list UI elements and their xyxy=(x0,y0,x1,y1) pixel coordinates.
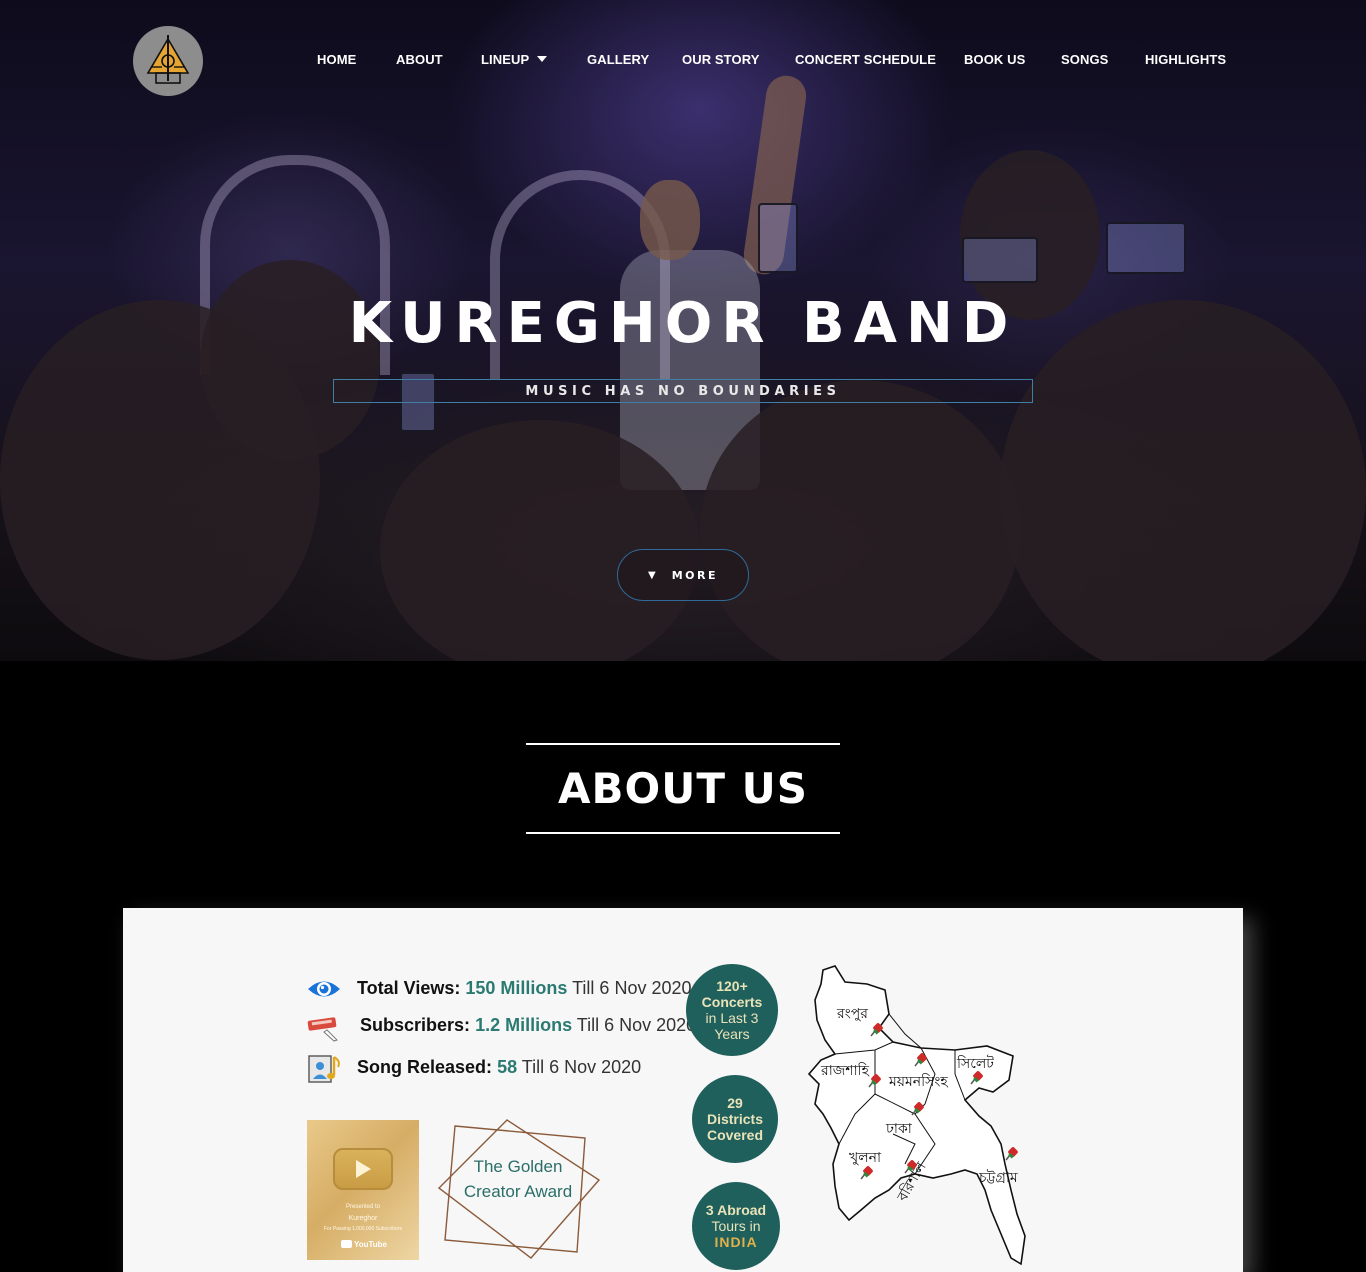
phone-shape xyxy=(758,203,798,273)
about-bottom-rule xyxy=(526,832,840,834)
more-button[interactable]: ▼ MORE xyxy=(617,549,749,601)
map-pin-icon xyxy=(914,1053,927,1067)
stat-total-views: Total Views: 150 Millions Till 6 Nov 202… xyxy=(357,978,692,999)
chevron-down-icon: ▼ xyxy=(648,569,656,581)
stat-song-released: Song Released: 58 Till 6 Nov 2020 xyxy=(357,1057,641,1078)
stat-label: Subscribers: xyxy=(360,1015,471,1035)
map-pin-icon xyxy=(970,1071,983,1085)
phone-shape xyxy=(962,237,1038,283)
concerts-label: Concerts xyxy=(701,994,763,1010)
abroad-count: 3 Abroad xyxy=(705,1202,767,1218)
abroad-country: INDIA xyxy=(714,1234,758,1250)
hero-subtitle-box: MUSIC HAS NO BOUNDARIES xyxy=(333,379,1033,403)
nav-lineup-label: LINEUP xyxy=(481,52,530,67)
phone-shape xyxy=(1106,222,1186,274)
map-pin-icon xyxy=(868,1074,881,1088)
plaque-brand: YouTube xyxy=(353,1239,387,1249)
nav-lineup[interactable]: LINEUP xyxy=(481,52,548,67)
youtube-icon xyxy=(341,1240,352,1248)
districts-label-2: Covered xyxy=(706,1127,764,1143)
map-label-chattogram: চট্টগ্রাম xyxy=(979,1170,1018,1186)
stat-note: Till 6 Nov 2020 xyxy=(572,978,692,998)
plaque-line: For Passing 1,000,000 Subscribers xyxy=(323,1226,403,1232)
stat-label: Song Released: xyxy=(357,1057,493,1077)
golden-play-button-plaque: Presented to Kureghor For Passing 1,000,… xyxy=(307,1120,419,1260)
music-file-icon xyxy=(308,1055,340,1083)
about-title-bold: US xyxy=(741,764,808,813)
districts-badge: 29 Districts Covered xyxy=(692,1075,778,1163)
stat-value: 58 xyxy=(497,1057,518,1077)
map-pin-icon xyxy=(870,1023,883,1037)
plaque-line: Presented to xyxy=(345,1204,381,1210)
districts-count: 29 xyxy=(727,1095,743,1111)
nav-songs[interactable]: SONGS xyxy=(1061,52,1108,67)
subscribe-icon xyxy=(307,1017,338,1042)
nav-book-us[interactable]: BOOK US xyxy=(964,52,1025,67)
about-title: ABOUT US xyxy=(0,764,1366,813)
stat-value: 1.2 Millions xyxy=(475,1015,573,1035)
stat-value: 150 Millions xyxy=(465,978,568,998)
plaque-line: Kureghor xyxy=(348,1215,378,1222)
main-nav: HOME ABOUT LINEUP GALLERY OUR STORY CONC… xyxy=(0,52,1366,72)
map-pin-icon xyxy=(1005,1147,1018,1161)
map-label-rajshahi: রাজশাহি xyxy=(821,1063,869,1079)
concerts-badge: 120+ Concerts in Last 3 Years xyxy=(686,964,778,1056)
chevron-down-icon xyxy=(537,56,548,62)
crowd-shape xyxy=(700,380,1020,661)
nav-highlights[interactable]: HIGHLIGHTS xyxy=(1145,52,1226,67)
map-label-mymensingh: ময়মনসিংহ xyxy=(889,1074,948,1090)
more-button-label: MORE xyxy=(671,568,718,582)
nav-our-story[interactable]: OUR STORY xyxy=(682,52,759,67)
map-pin-icon xyxy=(911,1102,924,1116)
map-pin-icon xyxy=(904,1160,917,1174)
stat-label: Total Views: xyxy=(357,978,461,998)
stat-subscribers: Subscribers: 1.2 Millions Till 6 Nov 202… xyxy=(360,1015,696,1036)
map-label-rangpur: রংপুর xyxy=(837,1006,868,1022)
hero-subtitle: MUSIC HAS NO BOUNDARIES xyxy=(525,383,841,399)
concerts-period-unit: Years xyxy=(714,1026,750,1042)
eye-icon xyxy=(308,981,340,997)
about-panel: Total Views: 150 Millions Till 6 Nov 202… xyxy=(123,908,1243,1272)
about-top-rule xyxy=(526,743,840,745)
nav-home[interactable]: HOME xyxy=(317,52,356,67)
map-pin-icon xyxy=(860,1166,873,1180)
crowd-shape xyxy=(200,260,380,460)
map-label-dhaka: ঢাকা xyxy=(886,1121,912,1137)
nav-concert-schedule[interactable]: CONCERT SCHEDULE xyxy=(795,52,936,67)
stat-note: Till 6 Nov 2020 xyxy=(521,1057,642,1077)
concerts-period: in Last 3 xyxy=(705,1010,759,1026)
hero-title: KUREGHOR BAND xyxy=(348,291,1018,356)
play-icon xyxy=(333,1148,393,1190)
singer-head xyxy=(640,180,700,260)
abroad-label: Tours in xyxy=(711,1218,761,1234)
nav-about[interactable]: ABOUT xyxy=(396,52,443,67)
nav-gallery[interactable]: GALLERY xyxy=(587,52,649,67)
golden-creator-award: The Golden Creator Award xyxy=(463,1157,573,1201)
hero-section: HOME ABOUT LINEUP GALLERY OUR STORY CONC… xyxy=(0,0,1366,661)
youtube-logo: YouTube xyxy=(341,1238,387,1250)
districts-label: Districts xyxy=(706,1111,764,1127)
stat-note: Till 6 Nov 2020 xyxy=(576,1015,697,1035)
about-title-light: ABOUT xyxy=(558,764,726,813)
concerts-count: 120+ xyxy=(716,978,748,994)
abroad-badge: 3 Abroad Tours in INDIA xyxy=(692,1182,780,1270)
